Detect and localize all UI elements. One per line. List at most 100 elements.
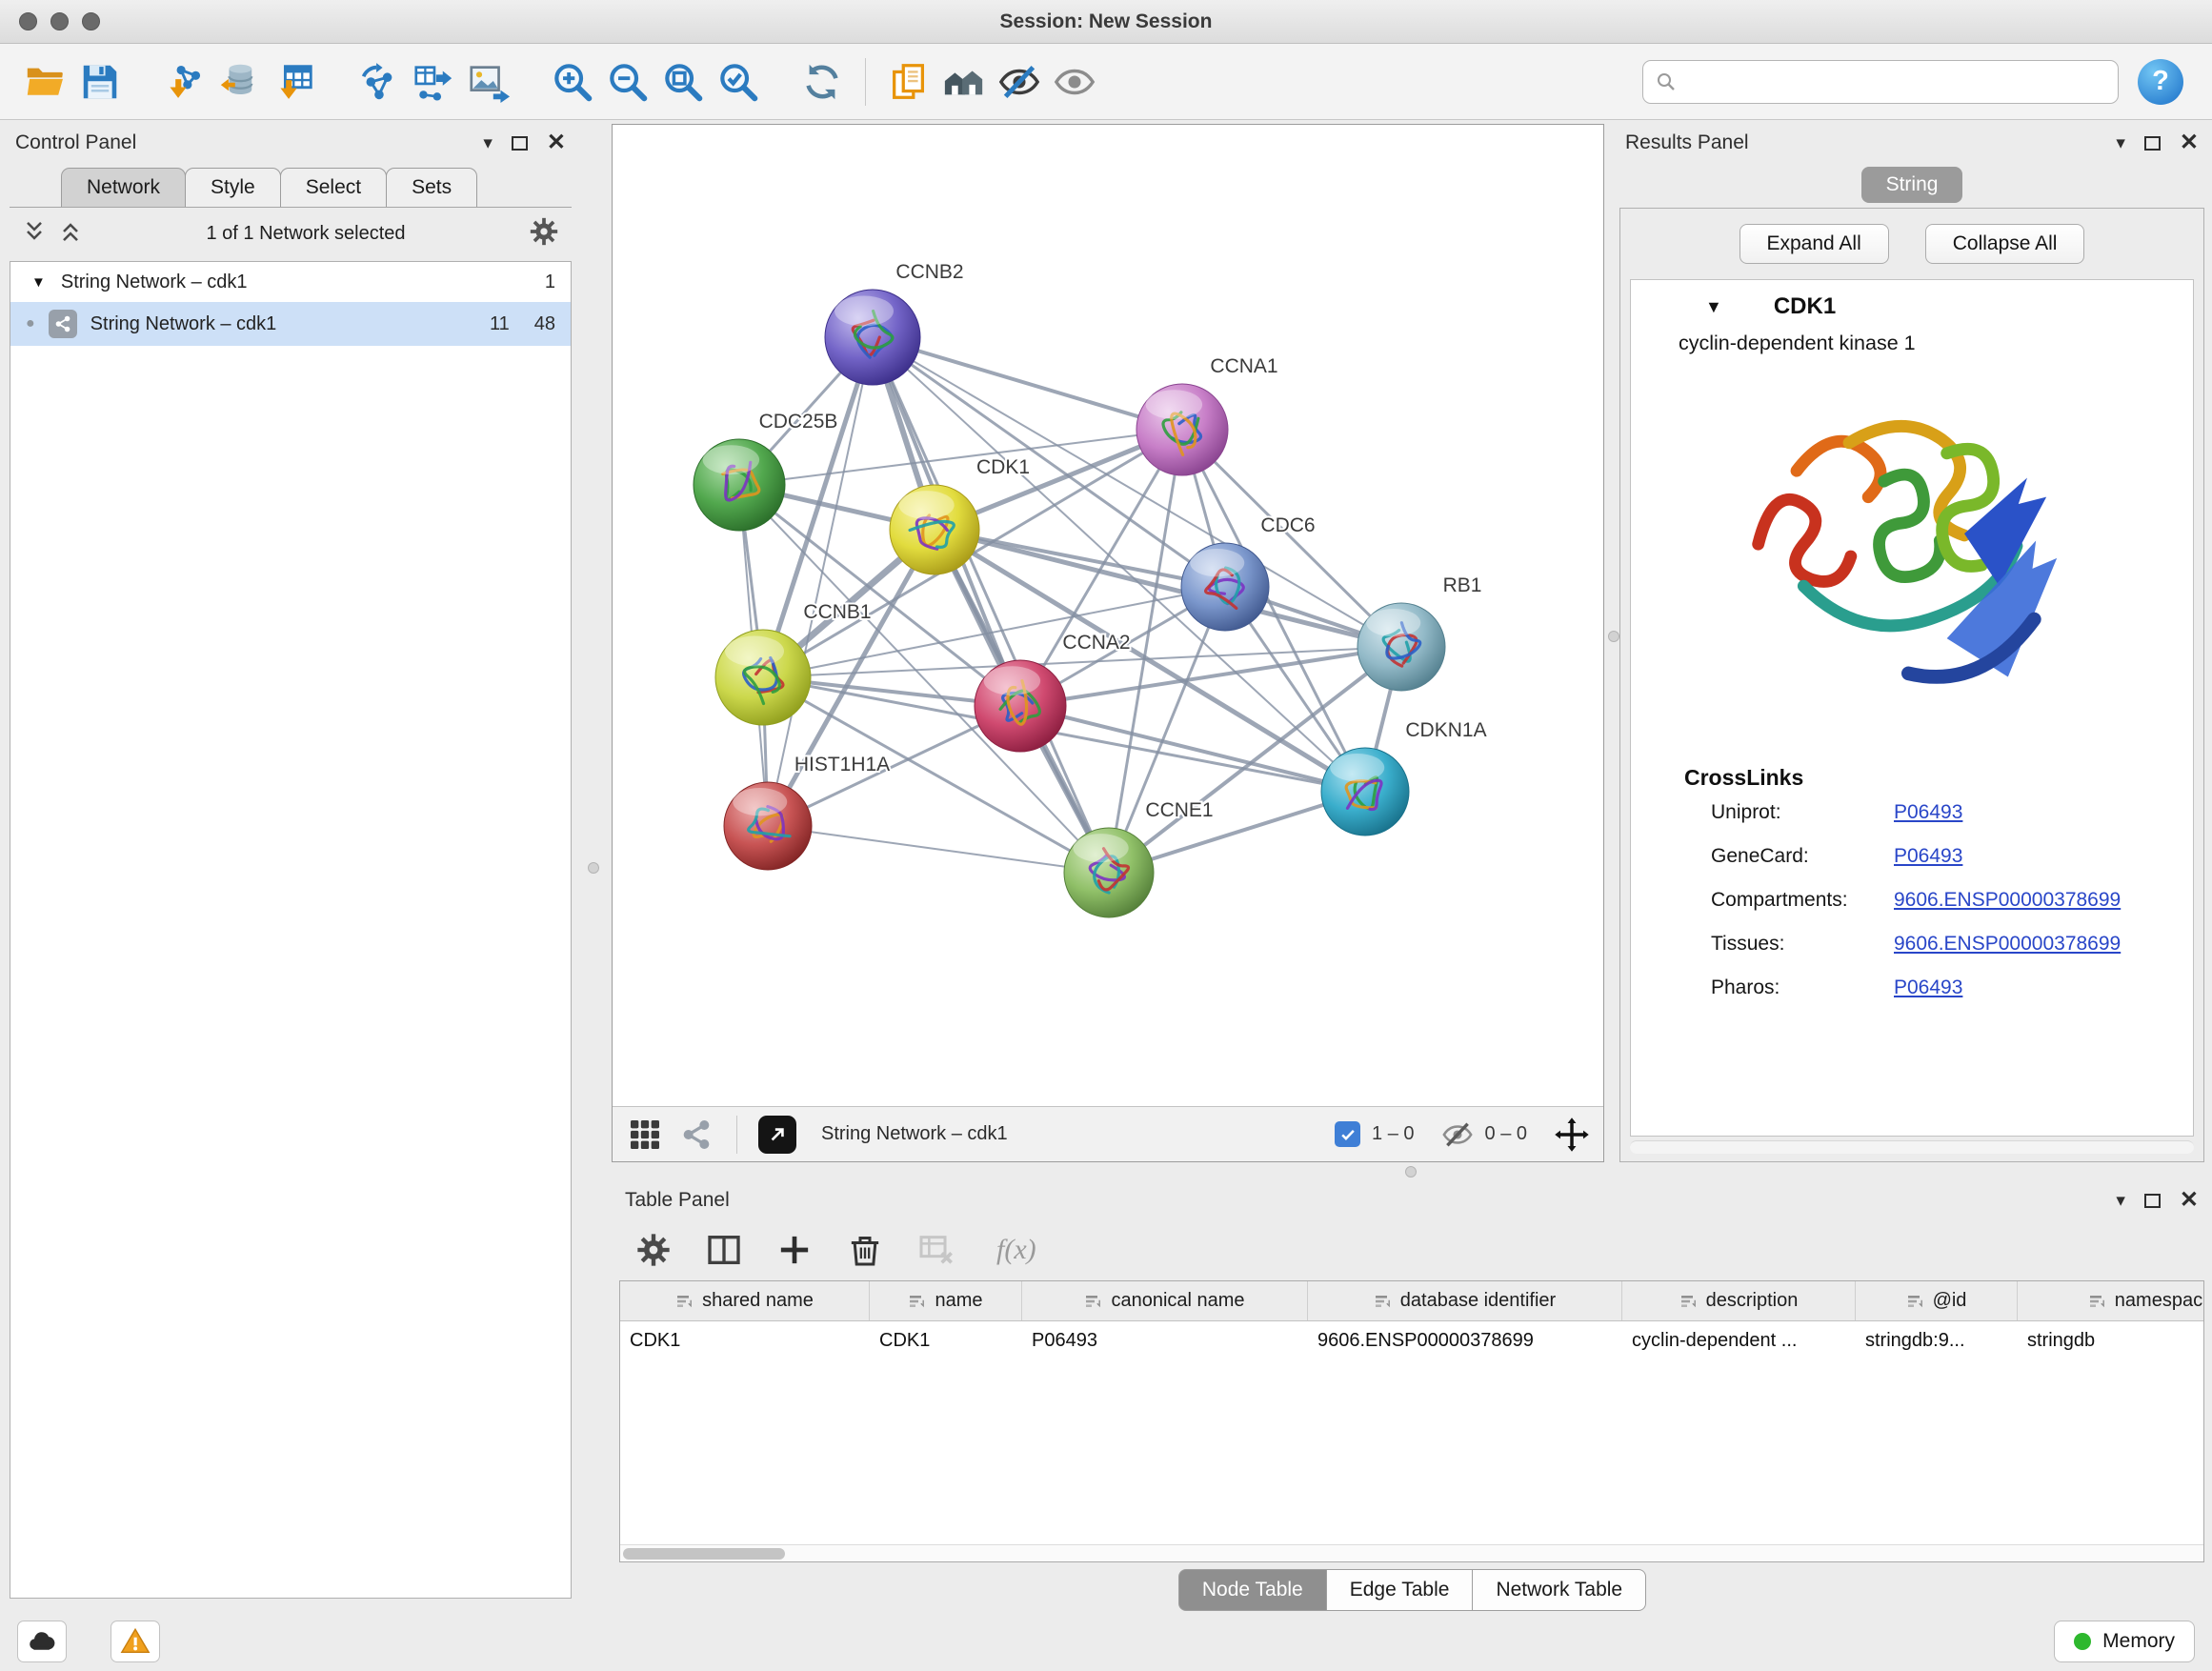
node-label-CDC25B: CDC25B: [759, 411, 838, 433]
tab-network[interactable]: Network: [61, 168, 186, 207]
birds-eye-view-icon[interactable]: [626, 1116, 664, 1154]
selected-nodes-checkbox-icon[interactable]: [1335, 1121, 1360, 1147]
column-header-canonical-name[interactable]: canonical name: [1022, 1281, 1308, 1320]
panel-menu-icon[interactable]: ▾: [2116, 1192, 2125, 1210]
first-neighbors-button[interactable]: [936, 54, 992, 110]
move-crosshair-icon[interactable]: [1554, 1117, 1590, 1153]
tab-edge-table[interactable]: Edge Table: [1326, 1569, 1474, 1611]
hidden-eye-slash-icon[interactable]: [1441, 1118, 1474, 1151]
network-collection-row[interactable]: ▼ String Network – cdk1 1: [10, 262, 571, 302]
cloud-status-button[interactable]: [17, 1621, 67, 1662]
network-edge[interactable]: [768, 826, 1109, 873]
refresh-button[interactable]: [794, 54, 850, 110]
column-header-database-identifier[interactable]: database identifier: [1308, 1281, 1622, 1320]
panel-menu-icon[interactable]: ▾: [2116, 134, 2125, 152]
tab-style[interactable]: Style: [185, 168, 281, 207]
add-column-plus-icon[interactable]: [775, 1231, 814, 1269]
tab-sets[interactable]: Sets: [386, 168, 477, 207]
help-button[interactable]: ?: [2138, 59, 2183, 105]
network-node-CDKN1A[interactable]: [1321, 748, 1409, 836]
open-session-button[interactable]: [17, 54, 72, 110]
zoom-window-button[interactable]: [82, 12, 100, 30]
table-row[interactable]: CDK1CDK1P064939606.ENSP00000378699cyclin…: [620, 1321, 2203, 1359]
network-node-CCNA1[interactable]: [1136, 384, 1228, 475]
section-expand-icon[interactable]: ▼: [1705, 297, 1722, 317]
zoom-out-button[interactable]: [600, 54, 655, 110]
network-row-selected[interactable]: ● String Network – cdk1 11 48: [10, 302, 571, 346]
network-node-CCNB2[interactable]: [825, 290, 920, 385]
column-header-description[interactable]: description: [1622, 1281, 1856, 1320]
collapse-all-networks-icon[interactable]: [57, 218, 84, 250]
network-node-HIST1H1A[interactable]: [724, 782, 812, 870]
tree-expand-icon[interactable]: ▼: [31, 274, 46, 291]
vertical-splitter-grip[interactable]: [588, 862, 599, 874]
network-node-CDK1[interactable]: [890, 485, 979, 574]
scrollbar-thumb[interactable]: [623, 1548, 785, 1560]
column-header-shared-name[interactable]: shared name: [620, 1281, 870, 1320]
network-node-CCNA2[interactable]: [975, 660, 1066, 752]
function-builder-icon[interactable]: f(x): [996, 1234, 1036, 1266]
import-network-file-button[interactable]: [156, 54, 211, 110]
hide-selected-button[interactable]: [992, 54, 1047, 110]
panel-float-icon[interactable]: [512, 136, 528, 151]
column-header--id[interactable]: @id: [1856, 1281, 2018, 1320]
warnings-button[interactable]: [111, 1621, 160, 1662]
network-node-CCNE1[interactable]: [1064, 828, 1154, 917]
tab-select[interactable]: Select: [280, 168, 387, 207]
network-node-RB1[interactable]: [1357, 603, 1445, 691]
expand-all-button[interactable]: Expand All: [1739, 224, 1889, 264]
network-share-icon[interactable]: [677, 1116, 715, 1154]
results-splitter-grip[interactable]: [1608, 631, 1619, 642]
expand-all-networks-icon[interactable]: [21, 218, 48, 250]
import-network-database-button[interactable]: [211, 54, 267, 110]
open-in-new-window-icon[interactable]: [758, 1116, 796, 1154]
network-edge[interactable]: [873, 337, 1182, 430]
new-network-button[interactable]: [351, 54, 406, 110]
crosslink-link[interactable]: P06493: [1894, 801, 1962, 824]
crosslink-link[interactable]: P06493: [1894, 976, 1962, 999]
export-image-button[interactable]: [461, 54, 516, 110]
crosslink-link[interactable]: 9606.ENSP00000378699: [1894, 933, 2121, 956]
panel-menu-icon[interactable]: ▾: [483, 134, 493, 152]
network-node-CDC6[interactable]: [1181, 543, 1269, 631]
crosslink-link[interactable]: P06493: [1894, 845, 1962, 868]
minimize-window-button[interactable]: [50, 12, 69, 30]
show-columns-icon[interactable]: [705, 1231, 743, 1269]
panel-close-icon[interactable]: ✕: [547, 131, 566, 154]
network-edge[interactable]: [1020, 706, 1365, 792]
network-from-table-button[interactable]: [406, 54, 461, 110]
gear-icon[interactable]: [528, 215, 560, 252]
network-node-CDC25B[interactable]: [694, 439, 785, 531]
search-field[interactable]: [1642, 60, 2119, 104]
panel-close-icon[interactable]: ✕: [2180, 1189, 2199, 1212]
save-session-button[interactable]: [72, 54, 128, 110]
protein-section-header[interactable]: ▼ CDK1: [1631, 280, 2193, 326]
results-horizontal-scrollbar[interactable]: [1630, 1140, 2194, 1154]
crosslink-link[interactable]: 9606.ENSP00000378699: [1894, 889, 2121, 912]
panel-close-icon[interactable]: ✕: [2180, 131, 2199, 154]
network-node-CCNB1[interactable]: [715, 630, 811, 725]
panel-float-icon[interactable]: [2144, 136, 2161, 151]
close-window-button[interactable]: [19, 12, 37, 30]
table-horizontal-scrollbar[interactable]: [620, 1544, 2203, 1561]
zoom-selected-button[interactable]: [711, 54, 766, 110]
column-header-name[interactable]: name: [870, 1281, 1022, 1320]
memory-button[interactable]: Memory: [2054, 1621, 2195, 1662]
network-canvas[interactable]: CCNB2CCNA1CDC25BCDK1CDC6RB1CCNB1CCNA2CDK…: [613, 125, 1603, 1106]
tab-string[interactable]: String: [1861, 167, 1963, 203]
show-all-button[interactable]: [1047, 54, 1102, 110]
import-table-button[interactable]: [267, 54, 322, 110]
zoom-fit-button[interactable]: [655, 54, 711, 110]
column-header-namespace[interactable]: namespace: [2018, 1281, 2204, 1320]
table-settings-gear-icon[interactable]: [634, 1231, 673, 1269]
panel-float-icon[interactable]: [2144, 1194, 2161, 1208]
copy-documents-button[interactable]: [881, 54, 936, 110]
horizontal-splitter-grip[interactable]: [1405, 1166, 1417, 1178]
zoom-in-button[interactable]: [545, 54, 600, 110]
tab-network-table[interactable]: Network Table: [1472, 1569, 1646, 1611]
search-input[interactable]: [1685, 70, 2106, 92]
delete-column-trash-icon[interactable]: [846, 1231, 884, 1269]
tab-node-table[interactable]: Node Table: [1178, 1569, 1327, 1611]
collapse-all-button[interactable]: Collapse All: [1925, 224, 2085, 264]
network-edge[interactable]: [873, 337, 1109, 873]
